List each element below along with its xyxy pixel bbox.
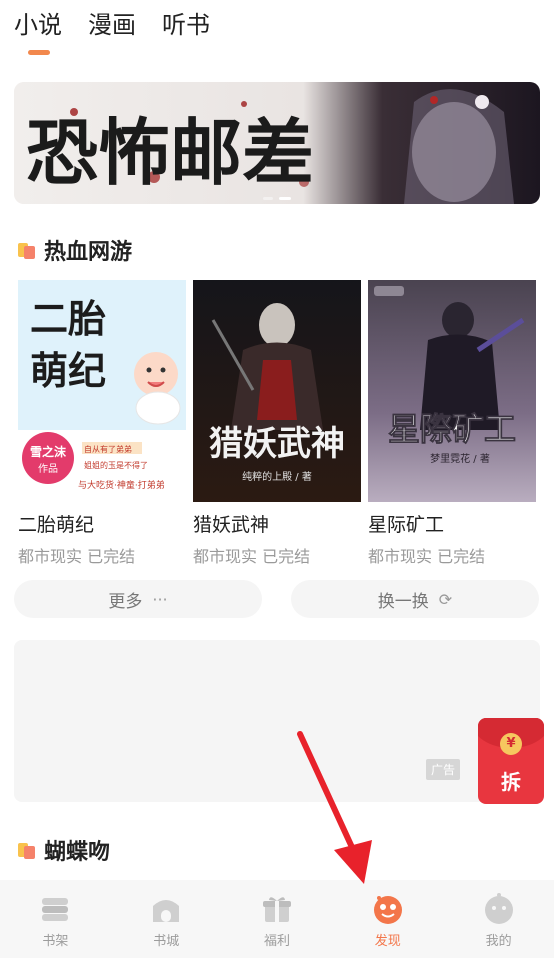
book-cover: 二胎 萌纪 雪之沫 作品 自从有了弟弟 姐姐的玉是不得了 与大吃货·神童·打弟弟 bbox=[18, 280, 186, 502]
book-title: 星际矿工 bbox=[368, 514, 445, 536]
banner-pagination bbox=[14, 197, 540, 200]
svg-text:作品: 作品 bbox=[38, 463, 58, 475]
nav-welfare[interactable]: 福利 bbox=[222, 880, 333, 958]
nav-label: 发现 bbox=[374, 934, 401, 949]
bottom-nav: 书架 书城 福利 发现 我的 bbox=[0, 880, 554, 958]
nav-bookstore[interactable]: 书城 bbox=[111, 880, 222, 958]
tab-novel[interactable]: 小说 bbox=[14, 8, 62, 58]
book-cover: 星際矿工 梦里霓花 / 著 bbox=[368, 280, 536, 502]
nav-label: 福利 bbox=[263, 934, 290, 949]
svg-text:萌纪: 萌纪 bbox=[30, 349, 106, 393]
refresh-button-label: 换一换 bbox=[377, 591, 429, 612]
svg-text:纯粹的上殿 / 著: 纯粹的上殿 / 著 bbox=[242, 470, 312, 483]
nav-label: 我的 bbox=[485, 934, 512, 949]
book-meta: 都市现实 已完结 bbox=[18, 547, 136, 566]
book-cover-art: 猎妖武神 纯粹的上殿 / 著 bbox=[193, 280, 361, 502]
more-button[interactable]: 更多 ··· bbox=[14, 580, 262, 618]
banner-dot bbox=[263, 197, 273, 200]
svg-text:梦里霓花 / 著: 梦里霓花 / 著 bbox=[430, 452, 490, 465]
bookstore-icon bbox=[149, 892, 183, 926]
book-card[interactable]: 猎妖武神 纯粹的上殿 / 著 猎妖武神 都市现实 已完结 bbox=[193, 280, 361, 567]
tab-audiobook[interactable]: 听书 bbox=[162, 8, 210, 58]
book-meta: 都市现实 已完结 bbox=[368, 547, 486, 566]
book-cover-art: 二胎 萌纪 雪之沫 作品 自从有了弟弟 姐姐的玉是不得了 与大吃货·神童·打弟弟 bbox=[18, 280, 186, 502]
nav-label: 书城 bbox=[153, 934, 180, 949]
svg-text:自从有了弟弟: 自从有了弟弟 bbox=[84, 444, 132, 454]
book-meta: 都市现实 已完结 bbox=[193, 547, 311, 566]
book-title: 猎妖武神 bbox=[193, 514, 270, 536]
svg-text:与大吃货·神童·打弟弟: 与大吃货·神童·打弟弟 bbox=[78, 479, 165, 491]
nav-bookshelf[interactable]: 书架 bbox=[0, 880, 111, 958]
svg-text:星際矿工: 星際矿工 bbox=[388, 410, 516, 448]
ad-slot[interactable]: 广告 bbox=[14, 640, 540, 802]
more-button-label: 更多 bbox=[108, 591, 143, 612]
nav-profile[interactable]: 我的 bbox=[443, 880, 554, 958]
tab-comic-label: 漫画 bbox=[88, 11, 136, 39]
top-tabs: 小说 漫画 听书 bbox=[14, 8, 210, 58]
book-list: 二胎 萌纪 雪之沫 作品 自从有了弟弟 姐姐的玉是不得了 与大吃货·神童·打弟弟… bbox=[18, 280, 538, 570]
profile-icon bbox=[482, 892, 516, 926]
bookshelf-icon bbox=[38, 892, 72, 926]
section-header-hot-game: 热血网游 bbox=[18, 234, 132, 266]
tab-audiobook-label: 听书 bbox=[162, 11, 210, 39]
ad-label: 广告 bbox=[425, 759, 460, 780]
tab-comic[interactable]: 漫画 bbox=[88, 8, 136, 58]
book-card[interactable]: 二胎 萌纪 雪之沫 作品 自从有了弟弟 姐姐的玉是不得了 与大吃货·神童·打弟弟… bbox=[18, 280, 186, 567]
refresh-button[interactable]: 换一换 ⟳ bbox=[291, 580, 539, 618]
banner-title: 恐怖邮差 bbox=[26, 110, 314, 195]
coin-icon: ¥ bbox=[500, 733, 522, 755]
section-title: 热血网游 bbox=[44, 240, 133, 265]
svg-text:雪之沫: 雪之沫 bbox=[30, 444, 67, 459]
svg-text:猎妖武神: 猎妖武神 bbox=[209, 424, 345, 464]
svg-text:二胎: 二胎 bbox=[30, 297, 106, 341]
section-title: 蝴蝶吻 bbox=[44, 840, 111, 865]
book-title: 二胎萌纪 bbox=[18, 514, 95, 536]
ellipsis-icon: ··· bbox=[152, 589, 168, 609]
refresh-icon: ⟳ bbox=[438, 589, 453, 609]
section-bullet-icon bbox=[18, 841, 36, 859]
book-card[interactable]: 星際矿工 梦里霓花 / 著 星际矿工 都市现实 已完结 bbox=[368, 280, 536, 567]
book-cover-art: 星際矿工 梦里霓花 / 著 bbox=[368, 280, 536, 502]
red-envelope-button[interactable]: ¥ 拆 bbox=[478, 718, 544, 804]
nav-discover[interactable]: 发现 bbox=[332, 880, 443, 958]
tab-novel-label: 小说 bbox=[14, 11, 62, 39]
banner-title-art: 恐怖邮差 bbox=[26, 110, 314, 195]
red-envelope-label: 拆 bbox=[501, 770, 521, 794]
section-bullet-icon bbox=[18, 241, 36, 259]
gift-icon bbox=[260, 892, 294, 926]
book-cover: 猎妖武神 纯粹的上殿 / 著 bbox=[193, 280, 361, 502]
active-tab-indicator bbox=[28, 50, 50, 55]
svg-text:姐姐的玉是不得了: 姐姐的玉是不得了 bbox=[84, 460, 148, 470]
promo-banner[interactable]: 恐怖邮差 bbox=[14, 82, 540, 204]
discover-icon bbox=[371, 892, 405, 926]
nav-label: 书架 bbox=[42, 934, 69, 949]
section-header-butterfly-kiss: 蝴蝶吻 bbox=[18, 834, 110, 866]
banner-dot-active bbox=[279, 197, 291, 200]
